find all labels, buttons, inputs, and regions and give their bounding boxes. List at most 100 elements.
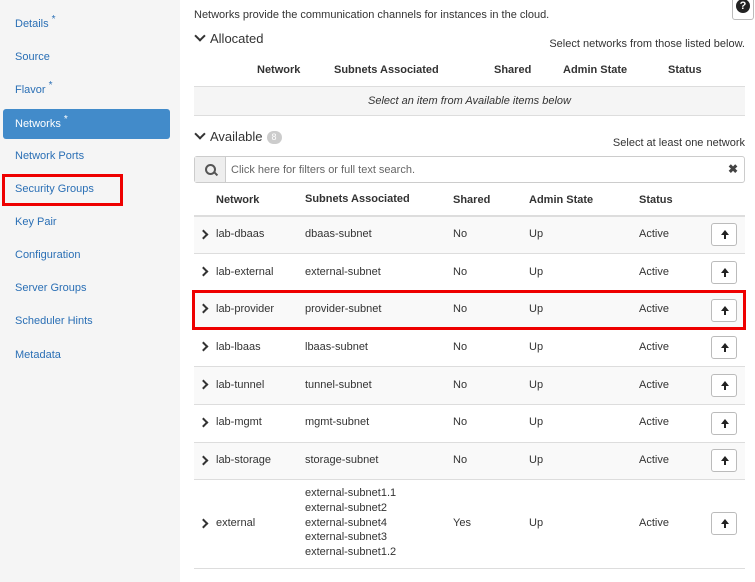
cell-subnet: external-subnet3 [305, 531, 387, 543]
nav-label: Key Pair [15, 216, 57, 228]
nav-configuration[interactable]: Configuration [3, 240, 170, 270]
cell-subnet: dbaas-subnet [305, 228, 372, 240]
cell-admin-state: Up [529, 517, 544, 529]
allocate-up-button[interactable] [711, 374, 737, 397]
cell-subnet: external-subnet2 [305, 502, 387, 514]
chevron-right-icon[interactable] [198, 455, 209, 466]
allocate-up-button[interactable] [711, 449, 737, 472]
chevron-right-icon[interactable] [198, 303, 209, 314]
col-admin-state[interactable]: Admin State [529, 194, 593, 206]
table-row[interactable]: lab-external external-subnet No Up Activ… [194, 254, 745, 291]
allocated-empty-message: Select an item from Available items belo… [194, 86, 745, 116]
table-row[interactable]: lab-lbaas lbaas-subnet No Up Active [194, 329, 745, 367]
table-row[interactable]: lab-mgmt mgmt-subnet No Up Active [194, 405, 745, 443]
cell-shared: No [453, 341, 468, 353]
table-row[interactable]: lab-tunnel tunnel-subnet No Up Active [194, 367, 745, 405]
nav-label: Scheduler Hints [15, 315, 93, 327]
nav-details[interactable]: Details * [3, 9, 170, 39]
col-status[interactable]: Status [639, 194, 673, 206]
nav-label: Networks [15, 118, 61, 130]
cell-network: lab-provider [216, 303, 275, 315]
cell-network: lab-tunnel [216, 379, 265, 391]
cell-subnet: external-subnet4 [305, 517, 387, 529]
nav-label: Security Groups [15, 183, 94, 195]
allocated-hint: Select networks from those listed below. [549, 38, 745, 50]
nav-network-ports[interactable]: Network Ports [3, 141, 170, 171]
chevron-right-icon[interactable] [198, 341, 209, 352]
cell-admin-state: Up [529, 379, 544, 391]
required-marker: * [48, 80, 53, 91]
cell-admin-state: Up [529, 416, 544, 428]
nav-label: Server Groups [15, 282, 87, 294]
nav-metadata[interactable]: Metadata [3, 340, 170, 370]
nav-networks[interactable]: Networks * [3, 109, 170, 139]
cell-status: Active [639, 266, 669, 278]
allocate-up-button[interactable] [711, 261, 737, 284]
nav-label: Metadata [15, 349, 61, 361]
cell-status: Active [639, 379, 669, 391]
clear-icon[interactable]: ✖ [728, 162, 738, 176]
cell-subnet: lbaas-subnet [305, 341, 368, 353]
nav-source[interactable]: Source [3, 42, 170, 72]
nav-label: Source [15, 51, 50, 63]
nav-label: Flavor [15, 84, 46, 96]
required-marker: * [63, 114, 68, 125]
nav-server-groups[interactable]: Server Groups [3, 273, 170, 303]
available-title: Available [210, 129, 263, 144]
required-marker: * [51, 14, 56, 25]
cell-shared: No [453, 454, 468, 466]
col-network[interactable]: Network [216, 194, 259, 206]
cell-shared: No [453, 266, 468, 278]
wizard-sidebar: Details * Source Flavor * Networks * Networ… [0, 0, 180, 582]
cell-subnet: external-subnet [305, 266, 381, 278]
table-row[interactable]: lab-provider provider-subnet No Up Activ… [194, 291, 745, 329]
cell-admin-state: Up [529, 228, 544, 240]
allocate-up-button[interactable] [711, 299, 737, 322]
nav-scheduler-hints[interactable]: Scheduler Hints [3, 306, 170, 336]
cell-shared: No [453, 228, 468, 240]
cell-subnet: tunnel-subnet [305, 379, 372, 391]
cell-shared: No [453, 303, 468, 315]
cell-admin-state: Up [529, 303, 544, 315]
allocated-col-status: Status [668, 64, 702, 76]
chevron-down-icon [194, 128, 206, 140]
chevron-right-icon[interactable] [198, 266, 209, 277]
allocate-up-button[interactable] [711, 223, 737, 246]
chevron-right-icon[interactable] [198, 518, 209, 529]
chevron-right-icon[interactable] [198, 229, 209, 240]
table-row[interactable]: lab-dbaas dbaas-subnet No Up Active [194, 217, 745, 254]
table-row[interactable]: external external-subnet1.1 external-sub… [194, 480, 745, 569]
cell-network: lab-dbaas [216, 228, 265, 240]
allocated-col-shared: Shared [494, 64, 532, 76]
table-row[interactable]: lab-storage storage-subnet No Up Active [194, 443, 745, 480]
cell-admin-state: Up [529, 341, 544, 353]
intro-text: Networks provide the communication chann… [194, 9, 550, 21]
cell-network: external [216, 517, 256, 529]
cell-shared: No [453, 379, 468, 391]
allocate-up-button[interactable] [711, 412, 737, 435]
available-toggle[interactable]: Available 8 [194, 128, 282, 145]
cell-status: Active [639, 416, 669, 428]
chevron-right-icon[interactable] [198, 379, 209, 390]
cell-network: lab-lbaas [216, 341, 261, 353]
allocate-up-button[interactable] [711, 512, 737, 535]
nav-security-groups[interactable]: Security Groups [3, 174, 170, 204]
cell-subnet: storage-subnet [305, 454, 379, 466]
chevron-right-icon[interactable] [198, 417, 209, 428]
nav-label: Details [15, 18, 49, 30]
col-subnets[interactable]: Subnets Associated [305, 193, 410, 205]
search-input[interactable] [229, 160, 713, 180]
cell-status: Active [639, 228, 669, 240]
allocate-up-button[interactable] [711, 336, 737, 359]
allocated-title: Allocated [210, 31, 264, 46]
nav-flavor[interactable]: Flavor * [3, 75, 170, 105]
search-icon[interactable] [195, 157, 226, 182]
nav-key-pair[interactable]: Key Pair [3, 207, 170, 237]
networks-panel: Networks provide the communication chann… [194, 0, 745, 582]
cell-shared: No [453, 416, 468, 428]
cell-admin-state: Up [529, 266, 544, 278]
allocated-toggle[interactable]: Allocated [194, 30, 264, 46]
cell-network: lab-storage [216, 454, 272, 466]
chevron-down-icon [194, 30, 206, 42]
col-shared[interactable]: Shared [453, 194, 490, 206]
